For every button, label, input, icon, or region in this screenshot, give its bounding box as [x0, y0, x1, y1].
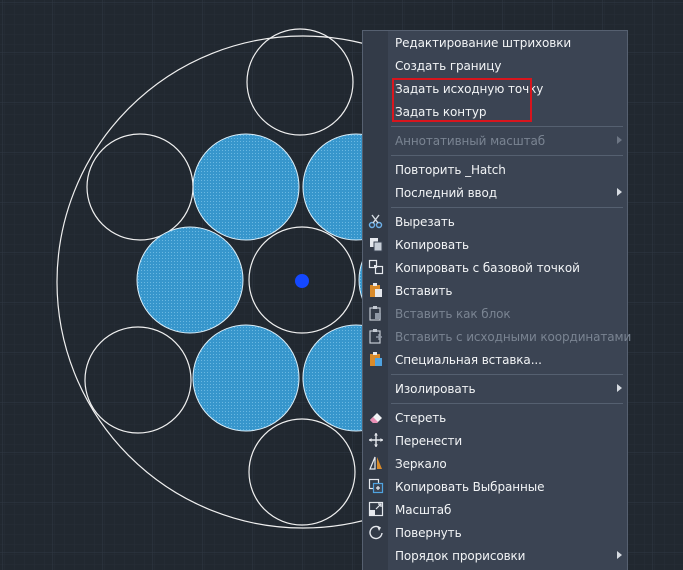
menu-item-label: Вставить — [395, 283, 453, 298]
scissors-icon — [368, 213, 384, 229]
menu-item-cut[interactable]: Вырезать — [363, 210, 627, 233]
mirror-icon — [368, 455, 384, 471]
menu-item-label: Зеркало — [395, 456, 447, 471]
submenu-arrow-icon — [617, 188, 622, 196]
menu-item-label: Порядок прорисовки — [395, 548, 526, 563]
menu-item-label: Последний ввод — [395, 185, 497, 200]
context-menu: Редактирование штриховки Создать границу… — [362, 30, 631, 570]
scale-icon — [368, 501, 384, 517]
menu-item-mirror[interactable]: Зеркало — [363, 452, 627, 475]
grip-point[interactable] — [295, 274, 309, 288]
menu-item-label: Вставить как блок — [395, 306, 511, 321]
menu-item-draw-order[interactable]: Порядок прорисовки — [363, 544, 627, 567]
copy-basepoint-icon — [368, 259, 384, 275]
paste-coords-icon — [368, 328, 384, 344]
menu-item-copy[interactable]: Копировать — [363, 233, 627, 256]
menu-item-label: Вставить с исходными координатами — [395, 329, 632, 344]
menu-item-paste-special[interactable]: Специальная вставка... — [363, 348, 627, 371]
menu-item-label: Стереть — [395, 410, 447, 425]
hatched-circle[interactable] — [136, 226, 244, 334]
menu-item-label: Вырезать — [395, 214, 455, 229]
submenu-arrow-icon — [617, 136, 622, 144]
menu-item-label: Изолировать — [395, 381, 476, 396]
submenu-arrow-icon — [617, 384, 622, 392]
hatched-circle[interactable] — [192, 324, 300, 432]
menu-item-create-boundary[interactable]: Создать границу — [363, 54, 627, 77]
menu-item-paste[interactable]: Вставить — [363, 279, 627, 302]
paste-special-icon — [368, 351, 384, 367]
menu-item-recent-input[interactable]: Последний ввод — [363, 181, 627, 204]
menu-item-scale[interactable]: Масштаб — [363, 498, 627, 521]
menu-item-paste-block[interactable]: Вставить как блок — [363, 302, 627, 325]
menu-item-label: Копировать — [395, 237, 469, 252]
paste-icon — [368, 282, 384, 298]
menu-item-label: Аннотативный масштаб — [395, 133, 546, 148]
hatched-circle[interactable] — [192, 133, 300, 241]
menu-item-label: Специальная вставка... — [395, 352, 542, 367]
menu-separator — [391, 126, 623, 127]
menu-item-label: Масштаб — [395, 502, 452, 517]
menu-item-label: Копировать с базовой точкой — [395, 260, 580, 275]
move-icon — [368, 432, 384, 448]
menu-separator — [391, 374, 623, 375]
menu-item-repeat-hatch[interactable]: Повторить _Hatch — [363, 158, 627, 181]
menu-item-label: Повторить _Hatch — [395, 162, 506, 177]
menu-item-label: Повернуть — [395, 525, 462, 540]
menu-item-label: Создать границу — [395, 58, 502, 73]
menu-separator — [391, 155, 623, 156]
menu-item-label: Редактирование штриховки — [395, 35, 572, 50]
menu-item-copy-selected[interactable]: Копировать Выбранные — [363, 475, 627, 498]
menu-item-edit-hatch[interactable]: Редактирование штриховки — [363, 31, 627, 54]
menu-item-copy-basepoint[interactable]: Копировать с базовой точкой — [363, 256, 627, 279]
menu-separator — [391, 207, 623, 208]
menu-item-paste-coords[interactable]: Вставить с исходными координатами — [363, 325, 631, 348]
submenu-arrow-icon — [617, 551, 622, 559]
menu-item-label: Перенести — [395, 433, 463, 448]
menu-item-label: Копировать Выбранные — [395, 479, 545, 494]
eraser-icon — [368, 409, 384, 425]
menu-item-erase[interactable]: Стереть — [363, 406, 627, 429]
menu-item-isolate[interactable]: Изолировать — [363, 377, 627, 400]
paste-block-icon — [368, 305, 384, 321]
menu-item-annotative-scale[interactable]: Аннотативный масштаб — [363, 129, 627, 152]
copy-selected-icon — [368, 478, 384, 494]
menu-separator — [391, 403, 623, 404]
rotate-icon — [368, 524, 384, 540]
copy-icon — [368, 236, 384, 252]
menu-item-rotate[interactable]: Повернуть — [363, 521, 627, 544]
menu-item-move[interactable]: Перенести — [363, 429, 627, 452]
highlight-box — [392, 78, 532, 122]
